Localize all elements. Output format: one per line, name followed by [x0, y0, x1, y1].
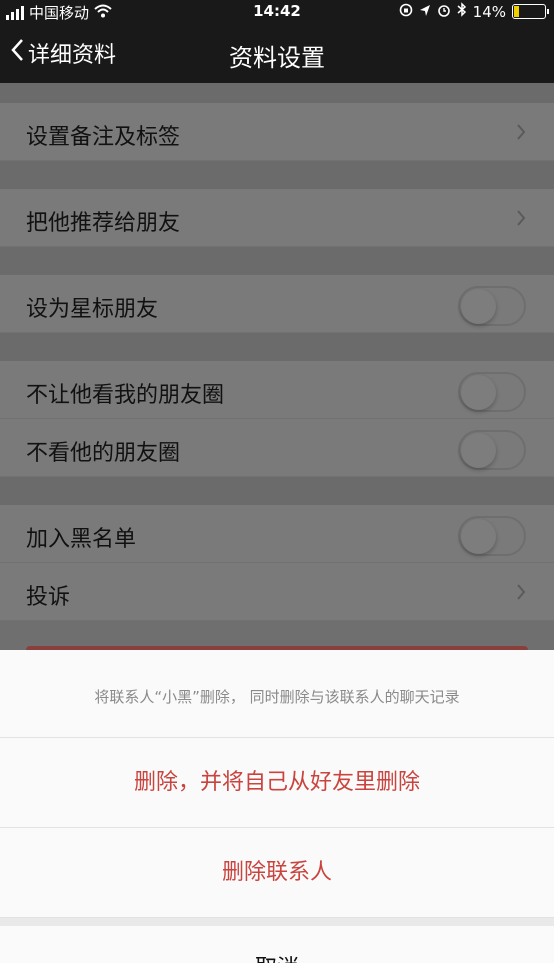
action-sheet: 将联系人“小黑”删除， 同时删除与该联系人的聊天记录 删除，并将自己从好友里删除…	[0, 650, 554, 963]
row-star-label: 设为星标朋友	[26, 297, 159, 322]
page-title: 资料设置	[229, 44, 325, 72]
delete-contact-button[interactable]: 删除联系人	[0, 828, 554, 918]
lock-rotation-icon	[399, 3, 413, 21]
chevron-right-icon	[516, 209, 526, 231]
battery-percent: 14%	[472, 2, 506, 21]
row-star: 设为星标朋友	[0, 275, 554, 333]
settings-list: 设置备注及标签 把他推荐给朋友 设为星标朋友 不让他看我的朋友圈 不看他的朋友圈…	[0, 83, 554, 621]
delete-and-remove-self-button[interactable]: 删除，并将自己从好友里删除	[0, 738, 554, 828]
cancel-button[interactable]: 取消	[0, 926, 554, 963]
top-bar: 中国移动 14:42 14% 详细资料 资料设置	[0, 0, 554, 83]
row-ignore-moments-label: 不看他的朋友圈	[26, 441, 181, 466]
row-recommend-label: 把他推荐给朋友	[26, 211, 181, 236]
row-ignore-moments: 不看他的朋友圈	[0, 419, 554, 477]
row-remark[interactable]: 设置备注及标签	[0, 103, 554, 161]
star-toggle[interactable]	[458, 286, 526, 326]
toggle-knob	[461, 433, 496, 468]
chevron-right-icon	[516, 583, 526, 605]
action-sheet-message: 将联系人“小黑”删除， 同时删除与该联系人的聊天记录	[0, 650, 554, 738]
row-blacklist-label: 加入黑名单	[26, 527, 137, 552]
toggle-knob	[461, 375, 496, 410]
alarm-icon	[437, 3, 451, 21]
row-report-label: 投诉	[26, 585, 71, 610]
battery-icon	[512, 4, 549, 19]
row-hide-moments-label: 不让他看我的朋友圈	[26, 383, 225, 408]
row-remark-label: 设置备注及标签	[26, 125, 181, 150]
row-recommend[interactable]: 把他推荐给朋友	[0, 189, 554, 247]
row-report[interactable]: 投诉	[0, 563, 554, 621]
toggle-knob	[461, 289, 496, 324]
toggle-knob	[461, 519, 496, 554]
ignore-moments-toggle[interactable]	[458, 430, 526, 470]
hide-moments-toggle[interactable]	[458, 372, 526, 412]
row-hide-moments: 不让他看我的朋友圈	[0, 361, 554, 419]
blacklist-toggle[interactable]	[458, 516, 526, 556]
chevron-right-icon	[516, 123, 526, 145]
navigation-bar: 详细资料 资料设置	[0, 24, 554, 83]
status-bar: 中国移动 14:42 14%	[0, 0, 554, 24]
location-icon	[419, 3, 431, 21]
row-blacklist: 加入黑名单	[0, 505, 554, 563]
bluetooth-icon	[457, 2, 467, 21]
status-right: 14%	[399, 2, 549, 21]
